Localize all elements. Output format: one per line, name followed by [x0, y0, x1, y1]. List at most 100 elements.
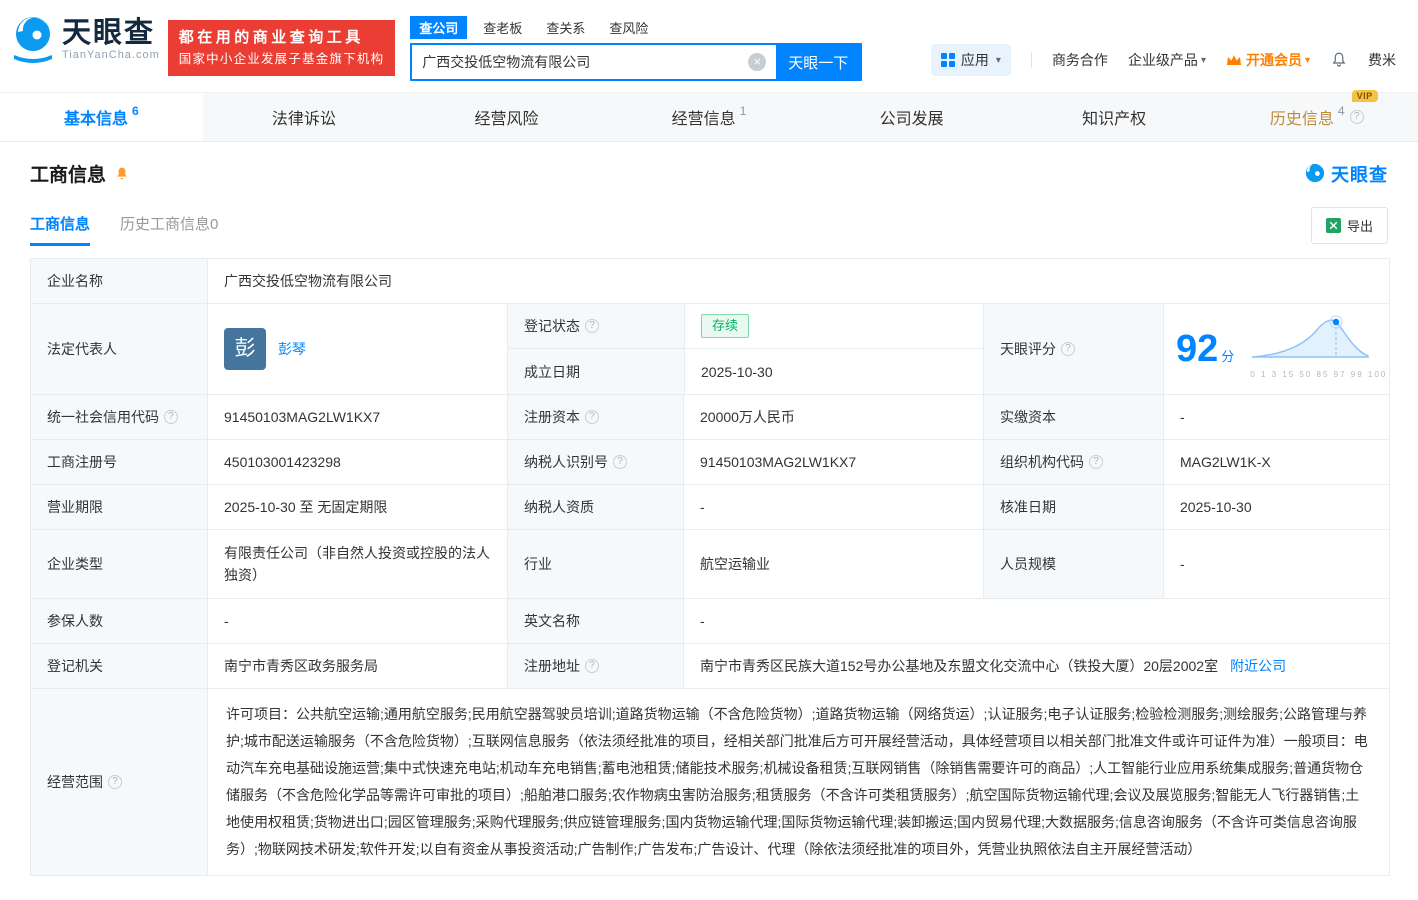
table-row: 统一社会信用代码 ? 91450103MAG2LW1KX7 注册资本 ? 200…: [31, 395, 1389, 440]
export-button[interactable]: 导出: [1310, 207, 1388, 244]
field-label: 企业类型: [31, 530, 207, 598]
table-row: 工商注册号 450103001423298 纳税人识别号 ? 91450103M…: [31, 440, 1389, 485]
field-label: 参保人数: [31, 599, 207, 643]
user-menu[interactable]: 费米: [1368, 50, 1396, 70]
tab-legal-litigation[interactable]: 法律诉讼: [203, 93, 406, 141]
divider: [1030, 52, 1032, 68]
search-tab-boss[interactable]: 查老板: [483, 18, 522, 37]
clear-search-icon[interactable]: ×: [748, 53, 767, 71]
help-icon[interactable]: ?: [585, 319, 599, 333]
subtab-business-info[interactable]: 工商信息: [30, 213, 91, 246]
paid-capital-value: -: [1163, 395, 1389, 439]
table-row: 法定代表人 彭 彭琴 登记状态 ? 存续 成立日期 2025-10-30 天眼评…: [31, 304, 1389, 395]
field-label: 核准日期: [983, 485, 1163, 529]
field-label: 注册资本 ?: [507, 395, 683, 439]
credit-code-value: 91450103MAG2LW1KX7: [207, 395, 507, 439]
tianyancha-watermark: 天眼查: [1303, 161, 1388, 187]
registration-status-value: 存续: [684, 304, 983, 348]
tab-basic-info[interactable]: 基本信息 6: [0, 93, 203, 141]
business-cooperation-link[interactable]: 商务合作: [1052, 50, 1108, 70]
tab-count: 6: [131, 104, 139, 118]
enterprise-product-link[interactable]: 企业级产品 ▾: [1128, 50, 1206, 70]
tianyancha-logo[interactable]: 天眼查 TianYanCha.com: [10, 14, 160, 64]
vip-membership-label: 开通会员: [1245, 52, 1302, 68]
field-label: 组织机构代码 ?: [983, 440, 1163, 484]
search-tab-relation[interactable]: 查关系: [546, 18, 585, 37]
tianyan-score-cell: 92 分 0 1 3 15 50 85 97 99 100: [1163, 304, 1389, 394]
score-axis-labels: 0 1 3 15 50 85 97 99 100: [1250, 369, 1388, 379]
apps-menu-button[interactable]: 应用 ▾: [930, 44, 1011, 76]
tab-intellectual-property[interactable]: 知识产权: [1013, 93, 1216, 141]
help-icon[interactable]: ?: [108, 775, 122, 789]
org-code-value: MAG2LW1K-X: [1163, 440, 1389, 484]
help-icon[interactable]: ?: [585, 410, 599, 424]
field-label: 纳税人资质: [507, 485, 683, 529]
business-term-value: 2025-10-30 至 无固定期限: [207, 485, 507, 529]
vip-membership-link[interactable]: 开通会员 ▾: [1226, 50, 1310, 70]
search-tab-risk[interactable]: 查风险: [609, 18, 648, 37]
status-badge: 存续: [701, 314, 750, 338]
export-label: 导出: [1346, 219, 1373, 234]
field-label: 经营范围 ?: [31, 689, 207, 875]
field-label: 工商注册号: [31, 440, 207, 484]
subtab-history-business-info[interactable]: 历史工商信息0: [120, 213, 218, 246]
section-head: 工商信息 天眼查: [30, 160, 1388, 187]
help-icon[interactable]: ?: [1061, 342, 1075, 356]
score-unit: 分: [1221, 349, 1235, 364]
legal-rep-avatar[interactable]: 彭: [224, 328, 266, 370]
help-icon[interactable]: ?: [613, 455, 627, 469]
crown-icon: [1226, 55, 1241, 65]
help-icon[interactable]: ?: [585, 659, 599, 673]
table-row: 营业期限 2025-10-30 至 无固定期限 纳税人资质 - 核准日期 202…: [31, 485, 1389, 530]
help-icon[interactable]: ?: [1349, 110, 1364, 124]
english-name-value: -: [683, 599, 1389, 643]
field-label: 登记机关: [31, 644, 207, 688]
field-label: 行业: [507, 530, 683, 598]
insured-count-value: -: [207, 599, 507, 643]
business-info-table: 企业名称 广西交投低空物流有限公司 法定代表人 彭 彭琴 登记状态 ? 存续 成…: [30, 258, 1390, 876]
search-tab-company[interactable]: 查公司: [410, 15, 468, 39]
tab-count: 1: [739, 104, 747, 118]
score-value: 92: [1176, 328, 1219, 370]
help-icon[interactable]: ?: [164, 410, 178, 424]
header-actions: 应用 ▾ 商务合作 企业级产品 ▾ 开通会员 ▾ 费米: [930, 44, 1396, 76]
apps-grid-icon: [940, 53, 955, 67]
chevron-down-icon: ▾: [995, 54, 1001, 66]
search-box: × 天眼一下: [410, 43, 863, 81]
help-icon[interactable]: ?: [1089, 455, 1103, 469]
registration-authority-value: 南宁市青秀区政务服务局: [207, 644, 507, 688]
field-label: 纳税人识别号 ?: [507, 440, 683, 484]
tab-history-info[interactable]: 历史信息 4 ? VIP: [1215, 90, 1418, 141]
registered-capital-value: 20000万人民币: [683, 395, 983, 439]
industry-value: 航空运输业: [683, 530, 983, 598]
field-label: 人员规模: [983, 530, 1163, 598]
logo-brand-name: 天眼查: [62, 17, 156, 49]
legal-rep-name-link[interactable]: 彭琴: [278, 338, 306, 360]
logo-domain: TianYanCha.com: [62, 49, 160, 61]
field-label: 成立日期: [508, 349, 684, 394]
tab-company-development[interactable]: 公司发展: [810, 93, 1013, 141]
chevron-down-icon: ▾: [1200, 54, 1206, 66]
notifications-bell-icon[interactable]: [1330, 51, 1348, 69]
search-button[interactable]: 天眼一下: [776, 45, 861, 79]
table-row: 登记状态 ? 存续: [508, 304, 983, 349]
tab-operation-risk[interactable]: 经营风险: [405, 93, 608, 141]
section-title-text: 工商信息: [30, 165, 107, 186]
search-input[interactable]: [412, 45, 749, 79]
taxpayer-quality-value: -: [683, 485, 983, 529]
tab-operation-info[interactable]: 经营信息 1: [608, 93, 811, 141]
subscribe-bell-icon[interactable]: [114, 166, 130, 182]
site-header: 天眼查 TianYanCha.com 都在用的商业查询工具 国家中小企业发展子基…: [0, 0, 1418, 92]
status-date-subtable: 登记状态 ? 存续 成立日期 2025-10-30: [507, 304, 983, 394]
field-label: 注册地址 ?: [507, 644, 683, 688]
taxpayer-id-value: 91450103MAG2LW1KX7: [683, 440, 983, 484]
apps-menu-label: 应用: [960, 52, 989, 68]
tab-label: 经营信息: [671, 111, 736, 128]
tab-label: 经营风险: [474, 111, 539, 128]
nearby-companies-link[interactable]: 附近公司: [1230, 655, 1286, 677]
table-row: 登记机关 南宁市青秀区政务服务局 注册地址 ? 南宁市青秀区民族大道152号办公…: [31, 644, 1389, 689]
approval-date-value: 2025-10-30: [1163, 485, 1389, 529]
tab-label: 历史信息: [1269, 111, 1334, 128]
search-area: 查公司 查老板 查关系 查风险 × 天眼一下: [410, 15, 863, 81]
company-name-value: 广西交投低空物流有限公司: [207, 259, 1389, 303]
